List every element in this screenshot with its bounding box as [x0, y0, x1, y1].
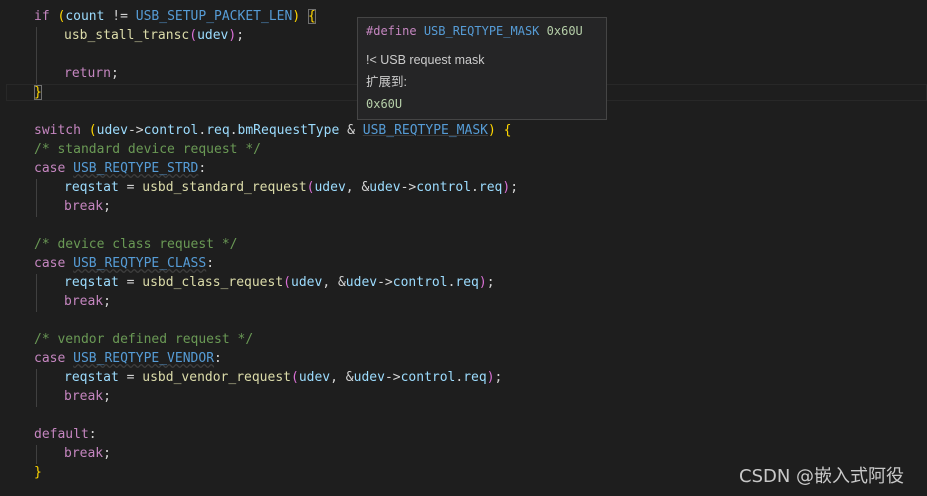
- code-token: case: [34, 351, 66, 366]
- code-line: case USB_REQTYPE_VENDOR:: [34, 351, 222, 366]
- code-token: ): [292, 9, 301, 24]
- code-token: !=: [112, 9, 128, 24]
- hovered-macro[interactable]: USB_REQTYPE_MASK: [363, 123, 488, 138]
- code-token: reqstat: [64, 275, 119, 290]
- watermark: CSDN @嵌入式阿役: [739, 466, 905, 487]
- indent-guide: [36, 369, 37, 407]
- code-line: break;: [64, 389, 111, 404]
- indent-guide: [36, 274, 37, 312]
- code-token: case: [34, 256, 66, 271]
- code-token: usb_stall_transc: [64, 28, 190, 43]
- code-token: ): [228, 28, 237, 43]
- code-token: &: [347, 123, 355, 138]
- code-token: ): [486, 370, 495, 385]
- code-token: switch: [34, 123, 81, 138]
- code-token: default: [34, 427, 89, 442]
- define-keyword: #define: [366, 24, 417, 38]
- code-comment: /* device class request */: [34, 237, 238, 252]
- code-comment: /* vendor defined request */: [34, 332, 254, 347]
- code-line: break;: [64, 446, 111, 461]
- code-token: udev: [291, 275, 323, 290]
- code-line: reqstat = usbd_standard_request(udev, &u…: [64, 180, 519, 195]
- code-token: break: [64, 199, 104, 214]
- code-token: control: [416, 180, 472, 195]
- code-token: reqstat: [64, 370, 119, 385]
- code-line: case USB_REQTYPE_CLASS:: [34, 256, 215, 271]
- code-token: ): [488, 123, 496, 138]
- code-token: USB_REQTYPE_STRD: [73, 161, 199, 176]
- code-token: req: [455, 275, 479, 290]
- code-token: udev: [96, 123, 128, 138]
- code-token: (: [88, 123, 97, 138]
- code-line: }: [34, 463, 42, 482]
- code-line: if (count != USB_SETUP_PACKET_LEN) {: [34, 7, 316, 26]
- code-token: ): [502, 180, 511, 195]
- code-token: break: [64, 389, 104, 404]
- code-token: bmRequestType: [237, 123, 340, 138]
- indent-guide: [36, 179, 37, 217]
- code-token: control: [143, 123, 199, 138]
- code-token: udev: [314, 180, 346, 195]
- code-token: usbd_class_request: [142, 275, 284, 290]
- code-token: {: [503, 123, 512, 138]
- code-token: usbd_standard_request: [142, 180, 307, 195]
- code-line: case USB_REQTYPE_STRD:: [34, 161, 207, 176]
- code-token: usbd_vendor_request: [142, 370, 291, 385]
- code-token: break: [64, 446, 104, 461]
- code-line: reqstat = usbd_class_request(udev, &udev…: [64, 275, 495, 290]
- code-token: return: [64, 66, 111, 81]
- code-line: break;: [64, 294, 111, 309]
- code-token: ): [478, 275, 487, 290]
- hover-tooltip[interactable]: #define USB_REQTYPE_MASK 0x60U !< USB re…: [357, 17, 607, 120]
- hover-doc-comment: !< USB request mask: [366, 53, 485, 67]
- macro-value: 0x60U: [546, 24, 583, 38]
- code-token: control: [392, 275, 448, 290]
- indent-guide: [36, 27, 37, 84]
- code-line: usb_stall_transc(udev);: [64, 28, 245, 43]
- code-token: req: [463, 370, 487, 385]
- code-token: udev: [345, 275, 378, 290]
- code-token: udev: [369, 180, 401, 195]
- hover-expands-label: 扩展到:: [366, 75, 407, 89]
- code-token: (: [283, 275, 291, 290]
- code-token: udev: [353, 370, 385, 385]
- code-token: ->: [384, 370, 401, 385]
- bracket-match: }: [34, 85, 42, 100]
- code-token: }: [34, 465, 42, 480]
- code-token: case: [34, 161, 66, 176]
- code-line: default:: [34, 427, 97, 442]
- code-line: return;: [64, 66, 119, 81]
- code-token: (: [291, 370, 299, 385]
- code-token: USB_REQTYPE_VENDOR: [73, 351, 215, 366]
- code-token: USB_REQTYPE_CLASS: [73, 256, 207, 271]
- code-token: (: [189, 28, 198, 43]
- code-token: control: [400, 370, 456, 385]
- code-token: reqstat: [64, 180, 119, 195]
- code-line: }: [34, 83, 42, 102]
- code-token: count: [65, 9, 105, 24]
- code-token: req: [478, 180, 503, 195]
- code-token: USB_SETUP_PACKET_LEN: [135, 9, 293, 24]
- code-token: break: [64, 294, 104, 309]
- code-comment: /* standard device request */: [34, 142, 261, 157]
- hover-expanded-value: 0x60U: [366, 97, 403, 111]
- code-token: udev: [298, 370, 331, 385]
- bracket-match: {: [307, 9, 316, 24]
- code-token: ->: [400, 180, 417, 195]
- code-token: req: [206, 123, 230, 138]
- code-line: switch (udev->control.req.bmRequestType …: [34, 123, 512, 138]
- macro-name: USB_REQTYPE_MASK: [423, 24, 540, 38]
- indent-guide: [36, 445, 37, 464]
- code-line: break;: [64, 199, 111, 214]
- code-line: reqstat = usbd_vendor_request(udev, &ude…: [64, 370, 503, 385]
- code-token: ->: [377, 275, 393, 290]
- hover-definition: #define USB_REQTYPE_MASK 0x60U: [366, 24, 583, 38]
- code-token: if: [34, 9, 50, 24]
- code-token: ->: [127, 123, 144, 138]
- code-token: udev: [197, 28, 229, 43]
